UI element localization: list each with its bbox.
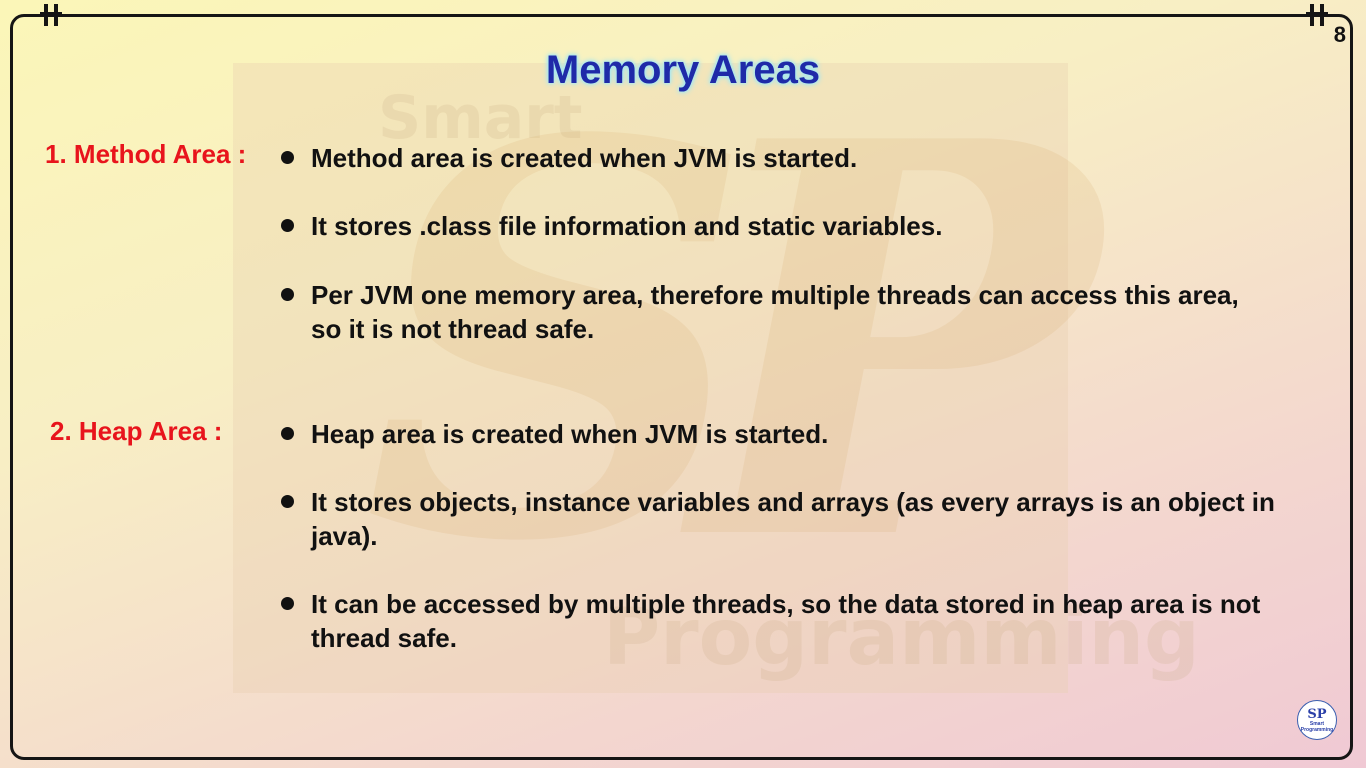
bullet-item: It can be accessed by multiple threads, … xyxy=(281,587,1281,655)
bullet-text: Method area is created when JVM is start… xyxy=(311,143,858,173)
bullet-dot-icon xyxy=(281,288,294,301)
frame-tickbar-left xyxy=(40,12,62,15)
bullet-item: Heap area is created when JVM is started… xyxy=(281,417,1341,451)
bullet-dot-icon xyxy=(281,597,294,610)
smart-programming-logo: SP Smart Programming xyxy=(1297,700,1337,740)
bullet-dot-icon xyxy=(281,495,294,508)
frame-tick-right-2 xyxy=(1320,4,1324,26)
section-label-heap-area: 2. Heap Area : xyxy=(50,416,223,446)
section-label-method-area: 1. Method Area : xyxy=(45,139,247,169)
bullet-item: It stores objects, instance variables an… xyxy=(281,485,1341,553)
bullet-item: Method area is created when JVM is start… xyxy=(281,141,1341,175)
bullet-item: It stores .class file information and st… xyxy=(281,209,1341,243)
frame-tickbar-right xyxy=(1306,12,1328,15)
bullet-dot-icon xyxy=(281,151,294,164)
frame-tick-right-1 xyxy=(1310,4,1314,26)
logo-letters: SP xyxy=(1307,706,1327,722)
bullet-text: It stores .class file information and st… xyxy=(311,211,943,241)
bullet-dot-icon xyxy=(281,427,294,440)
bullet-dot-icon xyxy=(281,219,294,232)
bullet-text: Per JVM one memory area, therefore multi… xyxy=(311,280,1239,344)
bullet-text: It can be accessed by multiple threads, … xyxy=(311,589,1261,653)
slide-title: Memory Areas xyxy=(545,48,821,92)
page-number: 8 xyxy=(1333,22,1346,47)
frame-tick-left-2 xyxy=(54,4,58,26)
frame-tick-left-1 xyxy=(44,4,48,26)
bullet-text: Heap area is created when JVM is started… xyxy=(311,419,829,449)
logo-line2: Programming xyxy=(1300,726,1334,733)
bullet-item: Per JVM one memory area, therefore multi… xyxy=(281,278,1271,346)
bullet-text: It stores objects, instance variables an… xyxy=(311,487,1275,551)
